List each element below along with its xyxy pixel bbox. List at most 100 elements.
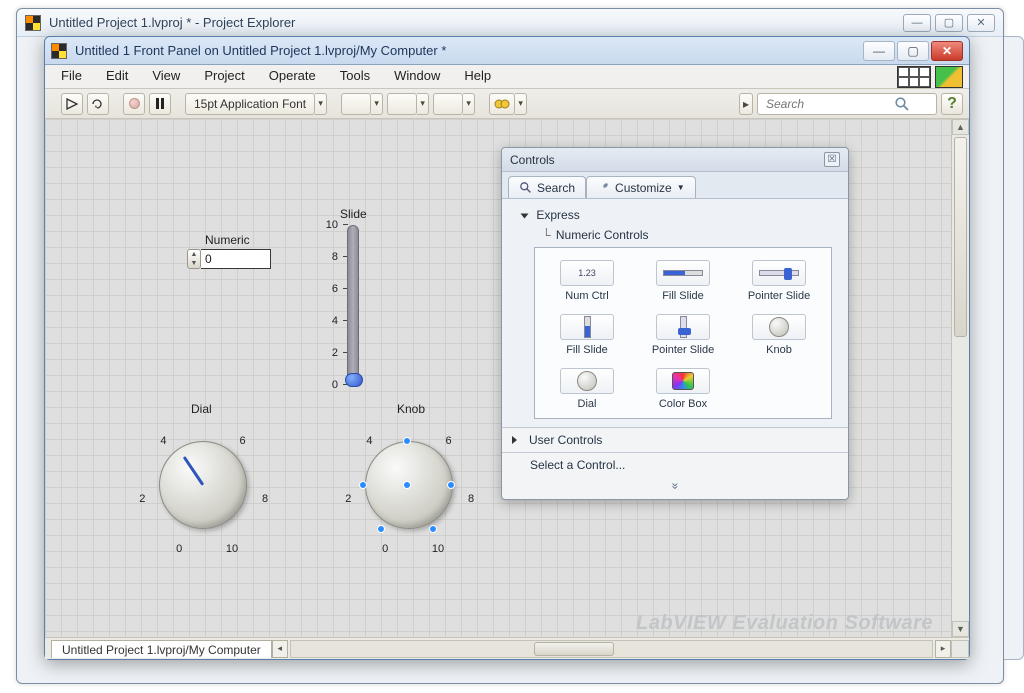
controls-palette[interactable]: Controls ☒ Search Customize▼ [501, 147, 849, 500]
palette-item-pointer-slide-h[interactable]: Pointer Slide [731, 256, 827, 306]
palette-pin-button[interactable]: ☒ [824, 152, 840, 167]
align-dropdown[interactable]: ▾ [371, 93, 383, 115]
selection-handle[interactable] [429, 525, 437, 533]
menu-view[interactable]: View [140, 65, 192, 88]
menu-file[interactable]: File [49, 65, 94, 88]
toolbar: 15pt Application Font ▾ ▾ ▾ ▾ ▾ ▸ [45, 89, 969, 119]
background-window-edge [1004, 36, 1024, 660]
abort-button[interactable] [123, 93, 145, 115]
dial-face[interactable] [159, 441, 247, 529]
context-help-button[interactable]: ? [941, 93, 963, 115]
hscroll-right[interactable]: ▸ [935, 640, 951, 658]
hscroll-left[interactable]: ◂ [272, 640, 288, 658]
select-a-control[interactable]: Select a Control... [502, 452, 848, 477]
font-dropdown[interactable]: ▾ [315, 93, 327, 115]
palette-item-knob[interactable]: Knob [731, 310, 827, 360]
selection-handle[interactable] [359, 481, 367, 489]
horizontal-scrollbar[interactable] [290, 640, 933, 658]
menu-help[interactable]: Help [452, 65, 503, 88]
search-input[interactable] [764, 96, 894, 112]
labview-icon [25, 15, 41, 31]
palette-item-num-ctrl[interactable]: 1.23Num Ctrl [539, 256, 635, 306]
chevron-down-icon [521, 213, 529, 218]
document-tab[interactable]: Untitled Project 1.lvproj/My Computer [51, 640, 272, 658]
tree-numeric-controls[interactable]: └ Numeric Controls [512, 225, 838, 245]
tree-user-controls[interactable]: User Controls [502, 427, 848, 452]
reorder-dropdown[interactable]: ▾ [515, 93, 527, 115]
scroll-corner [951, 640, 969, 658]
explorer-max-button[interactable]: ▢ [935, 14, 963, 32]
menu-project[interactable]: Project [192, 65, 256, 88]
vertical-scrollbar[interactable]: ▲ ▼ [951, 119, 969, 637]
fp-title: Untitled 1 Front Panel on Untitled Proje… [75, 43, 855, 58]
chevron-right-icon [512, 436, 517, 444]
fp-max-button[interactable]: ▢ [897, 41, 929, 61]
search-nav-button[interactable]: ▸ [739, 93, 753, 115]
resize-objects-button[interactable] [433, 93, 463, 115]
scroll-down-button[interactable]: ▼ [952, 621, 969, 637]
menu-window[interactable]: Window [382, 65, 452, 88]
font-selector[interactable]: 15pt Application Font [185, 93, 315, 115]
selection-handle[interactable] [377, 525, 385, 533]
fp-min-button[interactable]: — [863, 41, 895, 61]
wrench-icon [597, 181, 610, 194]
tree-express[interactable]: Express [512, 205, 838, 225]
menu-edit[interactable]: Edit [94, 65, 140, 88]
menu-operate[interactable]: Operate [257, 65, 328, 88]
slide-thumb[interactable] [345, 373, 363, 387]
dial-control[interactable]: 0 2 4 6 8 10 [137, 417, 269, 549]
run-continuous-button[interactable] [87, 93, 109, 115]
menu-tools[interactable]: Tools [328, 65, 382, 88]
palette-customize-tab[interactable]: Customize▼ [586, 176, 696, 198]
watermark: LabVIEW Evaluation Software [636, 612, 933, 635]
palette-item-color-box[interactable]: Color Box [635, 364, 731, 414]
distribute-dropdown[interactable]: ▾ [417, 93, 429, 115]
palette-title: Controls [510, 153, 824, 167]
search-icon [519, 181, 532, 194]
front-panel-canvas[interactable]: Numeric ▲▼ 0 Slide 10 8 6 4 2 0 [45, 119, 951, 637]
slide-label: Slide [340, 207, 367, 221]
dial-needle [183, 456, 204, 486]
scroll-thumb[interactable] [954, 137, 967, 337]
palette-search-tab[interactable]: Search [508, 176, 586, 198]
explorer-titlebar[interactable]: Untitled Project 1.lvproj * - Project Ex… [17, 9, 1003, 37]
numeric-spinner[interactable]: ▲▼ [187, 249, 201, 269]
explorer-min-button[interactable]: — [903, 14, 931, 32]
scroll-up-button[interactable]: ▲ [952, 119, 969, 135]
palette-item-fill-slide-h[interactable]: Fill Slide [635, 256, 731, 306]
resize-dropdown[interactable]: ▾ [463, 93, 475, 115]
menubar: File Edit View Project Operate Tools Win… [45, 65, 969, 89]
explorer-close-button[interactable]: ✕ [967, 14, 995, 32]
palette-item-pointer-slide-v[interactable]: Pointer Slide [635, 310, 731, 360]
reorder-button[interactable] [489, 93, 515, 115]
pause-button[interactable] [149, 93, 171, 115]
selection-handle[interactable] [447, 481, 455, 489]
slide-control[interactable]: 10 8 6 4 2 0 [317, 225, 359, 385]
palette-titlebar[interactable]: Controls ☒ [502, 148, 848, 172]
palette-grid: 1.23Num Ctrl Fill Slide Pointer Slide Fi… [534, 247, 832, 419]
canvas-area: Numeric ▲▼ 0 Slide 10 8 6 4 2 0 [45, 119, 969, 637]
slide-track[interactable] [347, 225, 359, 385]
knob-control[interactable]: 0 2 4 6 8 10 [343, 417, 475, 549]
search-icon [894, 96, 910, 112]
navigation-grid-icon[interactable] [897, 66, 931, 88]
fp-close-button[interactable]: ✕ [931, 41, 963, 61]
search-box[interactable] [757, 93, 937, 115]
palette-item-fill-slide-v[interactable]: Fill Slide [539, 310, 635, 360]
numeric-label: Numeric [205, 233, 250, 247]
distribute-objects-button[interactable] [387, 93, 417, 115]
selection-handle[interactable] [403, 437, 411, 445]
vi-icon[interactable] [935, 66, 963, 88]
run-button[interactable] [61, 93, 83, 115]
slide-scale: 10 8 6 4 2 0 [317, 225, 341, 385]
fp-titlebar[interactable]: Untitled 1 Front Panel on Untitled Proje… [45, 37, 969, 65]
dial-label: Dial [191, 402, 212, 416]
palette-item-dial[interactable]: Dial [539, 364, 635, 414]
numeric-control[interactable]: ▲▼ 0 [187, 249, 271, 269]
numeric-value[interactable]: 0 [201, 249, 271, 269]
hscroll-thumb[interactable] [534, 642, 614, 656]
selection-handle[interactable] [403, 481, 411, 489]
align-objects-button[interactable] [341, 93, 371, 115]
palette-more[interactable]: » [502, 477, 848, 499]
labview-icon [51, 43, 67, 59]
